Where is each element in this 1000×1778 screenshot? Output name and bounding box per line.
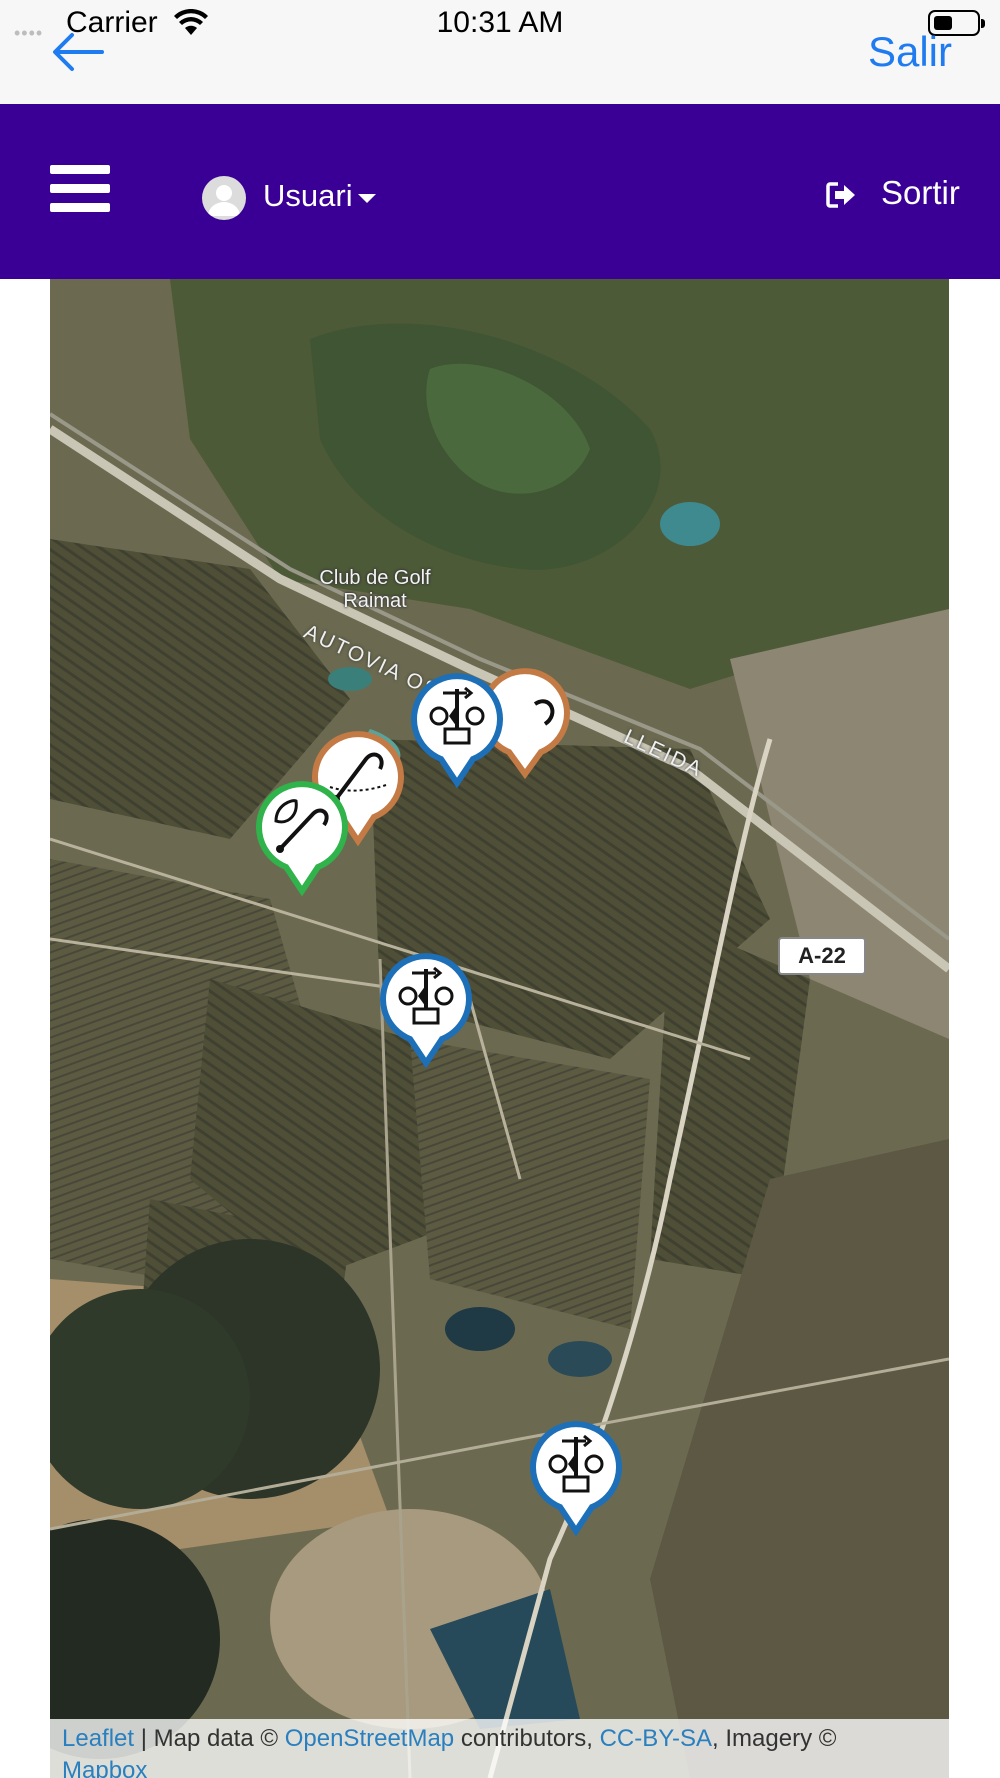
weather-station-marker[interactable]	[526, 1419, 626, 1539]
exit-button[interactable]: Salir	[868, 28, 952, 76]
openstreetmap-link[interactable]: OpenStreetMap	[285, 1725, 454, 1752]
chevron-down-icon[interactable]	[358, 194, 376, 203]
mapbox-link[interactable]: Mapbox	[62, 1757, 147, 1778]
logout-button[interactable]: Sortir	[881, 174, 960, 212]
user-menu-label[interactable]: Usuari	[263, 178, 353, 214]
map-label-golf: Club de Golf Raimat	[319, 567, 431, 612]
highway-shield: A-22	[778, 937, 866, 975]
leaflet-link[interactable]: Leaflet	[62, 1725, 134, 1752]
map-attribution: Leaflet | Map data © OpenStreetMap contr…	[50, 1719, 949, 1778]
logout-icon[interactable]	[826, 181, 858, 209]
hamburger-menu-icon[interactable]	[50, 163, 110, 215]
attribution-text: | Map data ©	[134, 1725, 285, 1752]
user-avatar[interactable]	[202, 176, 246, 220]
attribution-text: contributors,	[454, 1725, 600, 1752]
weather-station-marker[interactable]	[376, 951, 476, 1071]
weather-station-marker[interactable]	[407, 671, 507, 791]
map-view[interactable]: Club de Golf Raimat AUTOVIA OSCA A LLEID…	[50, 279, 949, 1778]
satellite-imagery[interactable]	[50, 279, 949, 1778]
status-time: 10:31 AM	[436, 6, 564, 39]
plant-sensor-marker[interactable]	[252, 779, 352, 899]
attribution-text: , Imagery ©	[712, 1725, 837, 1752]
license-link[interactable]: CC-BY-SA	[600, 1725, 712, 1752]
back-arrow-icon[interactable]	[50, 30, 106, 74]
